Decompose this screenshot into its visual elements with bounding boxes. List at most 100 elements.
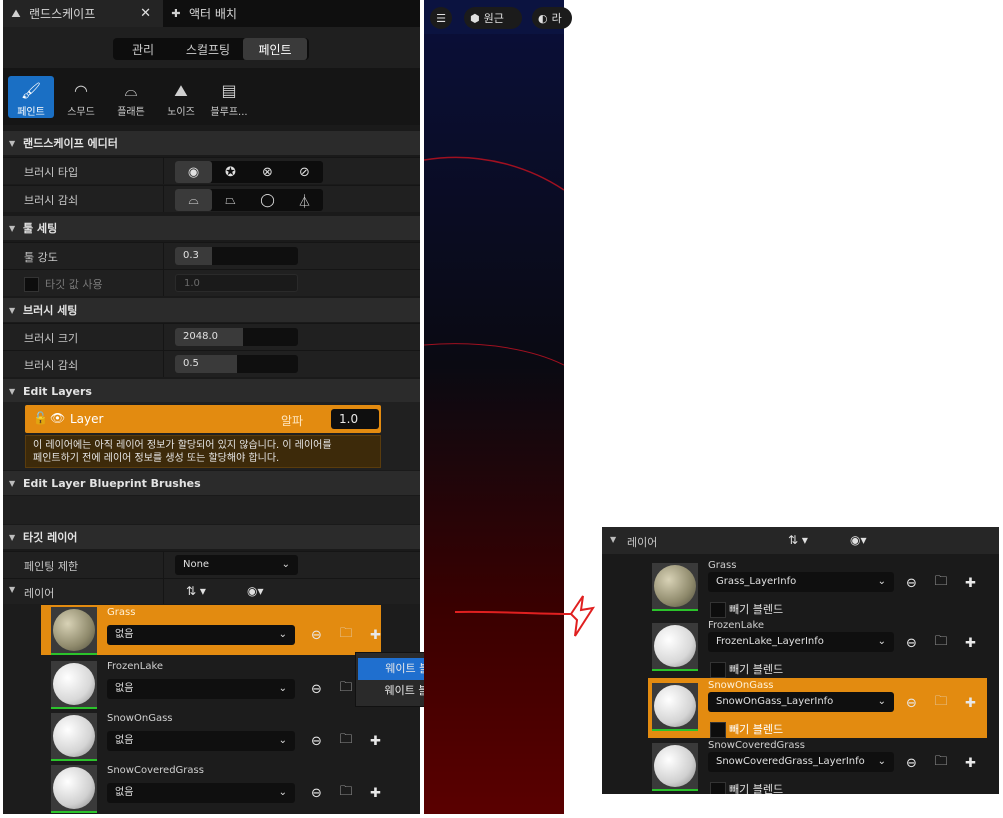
browse-asset-icon[interactable]: 🗀 bbox=[934, 572, 947, 594]
section-edit-layers[interactable]: ▼ Edit Layers bbox=[3, 379, 420, 403]
layer-actions: ⊖ 🗀 ✚ bbox=[311, 731, 381, 751]
paint-limit-dropdown[interactable]: None ⌄ bbox=[175, 555, 298, 575]
use-selected-asset-icon[interactable]: ⊖ bbox=[906, 576, 917, 591]
hamburger-icon[interactable]: ☰ bbox=[430, 7, 452, 29]
section-blueprint-brushes[interactable]: ▼ Edit Layer Blueprint Brushes bbox=[3, 471, 420, 495]
browse-asset-icon[interactable]: 🗀 bbox=[934, 692, 947, 714]
close-icon[interactable]: ✕ bbox=[140, 6, 151, 21]
layer-info-dropdown[interactable]: 없음 ⌄ bbox=[107, 625, 295, 645]
use-selected-asset-icon[interactable]: ⊖ bbox=[311, 628, 322, 643]
brush-circle-icon[interactable]: ◉ bbox=[175, 161, 212, 183]
eye-icon[interactable]: 👁 bbox=[50, 411, 65, 425]
section-landscape-editor[interactable]: ▼ 랜드스케이프 에디터 bbox=[3, 131, 420, 155]
browse-asset-icon[interactable]: 🗀 bbox=[339, 678, 352, 700]
target-value-checkbox[interactable] bbox=[24, 277, 39, 292]
brush-size-label: 브러시 크기 bbox=[24, 332, 79, 345]
falloff-smooth-icon[interactable]: ⌓ bbox=[175, 189, 212, 211]
visibility-icon[interactable]: ◉▾ bbox=[850, 533, 867, 547]
section-tool-settings[interactable]: ▼ 툴 세팅 bbox=[3, 216, 420, 240]
collapse-caret-icon[interactable]: ▼ bbox=[9, 585, 15, 594]
perspective-button[interactable]: ⬢ 원근 bbox=[464, 7, 522, 29]
layer-thumbnail bbox=[652, 563, 698, 611]
section-title: 툴 세팅 bbox=[23, 222, 58, 235]
add-layer-info-icon[interactable]: ✚ bbox=[965, 696, 976, 711]
use-selected-asset-icon[interactable]: ⊖ bbox=[906, 756, 917, 771]
sort-icon[interactable]: ⇅ ▾ bbox=[788, 533, 808, 547]
add-layer-info-icon[interactable]: ✚ bbox=[965, 756, 976, 771]
browse-asset-icon[interactable]: 🗀 bbox=[934, 752, 947, 774]
layer-item-snowongass[interactable]: SnowOnGass SnowOnGass_LayerInfo ⌄ ⊖ 🗀 ✚ … bbox=[648, 678, 987, 738]
tab-place-actor[interactable]: ✚ 액터 배치 bbox=[163, 0, 420, 27]
add-layer-info-icon[interactable]: ✚ bbox=[370, 628, 381, 643]
unlock-icon[interactable]: 🔓 bbox=[33, 411, 48, 425]
layer-item-snowcoveredgrass[interactable]: SnowCoveredGrass SnowCoveredGrass_LayerI… bbox=[648, 738, 987, 794]
add-layer-info-icon[interactable]: ✚ bbox=[965, 636, 976, 651]
paint-brush-icon: 🖌 bbox=[20, 81, 42, 100]
add-layer-info-icon[interactable]: ✚ bbox=[965, 576, 976, 591]
layer-item-frozenlake[interactable]: FrozenLake FrozenLake_LayerInfo ⌄ ⊖ 🗀 ✚ … bbox=[648, 618, 987, 678]
sort-icon[interactable]: ⇅ ▾ bbox=[186, 584, 206, 598]
falloff-tip-icon[interactable]: ⏃ bbox=[286, 189, 323, 211]
tool-strength-field[interactable]: 0.3 bbox=[175, 247, 298, 265]
section-brush-settings[interactable]: ▼ 브러시 세팅 bbox=[3, 298, 420, 322]
brush-falloff-field[interactable]: 0.5 bbox=[175, 355, 298, 373]
layer-info-dropdown[interactable]: FrozenLake_LayerInfo ⌄ bbox=[708, 632, 894, 652]
browse-asset-icon[interactable]: 🗀 bbox=[339, 782, 352, 804]
browse-asset-icon[interactable]: 🗀 bbox=[339, 730, 352, 752]
layer-info-dropdown[interactable]: Grass_LayerInfo ⌄ bbox=[708, 572, 894, 592]
layer-info-dropdown[interactable]: 없음 ⌄ bbox=[107, 679, 295, 699]
brush-component-icon[interactable]: ⊘ bbox=[286, 161, 323, 183]
layer-thumbnail bbox=[652, 743, 698, 791]
use-selected-asset-icon[interactable]: ⊖ bbox=[311, 786, 322, 801]
use-selected-asset-icon[interactable]: ⊖ bbox=[906, 696, 917, 711]
add-layer-info-icon[interactable]: ✚ bbox=[370, 786, 381, 801]
brush-size-field[interactable]: 2048.0 bbox=[175, 328, 298, 346]
tool-flatten-button[interactable]: ⌓ 플래튼 bbox=[108, 76, 154, 119]
layer-item-snowcoveredgrass[interactable]: SnowCoveredGrass 없음 ⌄ ⊖ 🗀 ✚ bbox=[41, 763, 381, 813]
layer-name: SnowCoveredGrass bbox=[107, 765, 204, 776]
section-target-layers[interactable]: ▼ 타깃 레이어 bbox=[3, 525, 420, 549]
layer-info-dropdown[interactable]: 없음 ⌄ bbox=[107, 783, 295, 803]
layer-actions: ⊖ 🗀 ✚ bbox=[906, 693, 976, 713]
tab-bar: ⛰ 랜드스케이프 ✕ ✚ 액터 배치 bbox=[3, 0, 420, 27]
use-selected-asset-icon[interactable]: ⊖ bbox=[311, 682, 322, 697]
layer-item-frozenlake[interactable]: FrozenLake 없음 ⌄ ⊖ 🗀 ✚ bbox=[41, 659, 381, 709]
alpha-field[interactable]: 1.0 bbox=[331, 409, 379, 429]
brush-alpha-icon[interactable]: ✪ bbox=[212, 161, 249, 183]
tool-paint-button[interactable]: 🖌 페인트 bbox=[8, 76, 54, 118]
subtract-blend-checkbox[interactable] bbox=[710, 782, 726, 794]
mode-manage-button[interactable]: 관리 bbox=[113, 38, 173, 60]
collapse-caret-icon[interactable]: ▼ bbox=[610, 535, 616, 544]
use-selected-asset-icon[interactable]: ⊖ bbox=[906, 636, 917, 651]
subtract-blend-checkbox[interactable] bbox=[710, 602, 726, 618]
layer-item-grass[interactable]: Grass 없음 ⌄ ⊖ 🗀 ✚ bbox=[41, 605, 381, 655]
layer-info-dropdown[interactable]: 없음 ⌄ bbox=[107, 731, 295, 751]
mode-paint-button[interactable]: 페인트 bbox=[243, 38, 307, 60]
section-title: Edit Layer Blueprint Brushes bbox=[23, 476, 201, 490]
use-selected-asset-icon[interactable]: ⊖ bbox=[311, 734, 322, 749]
browse-asset-icon[interactable]: 🗀 bbox=[934, 632, 947, 654]
grass-material-sphere bbox=[654, 565, 696, 607]
layer-item-grass[interactable]: Grass Grass_LayerInfo ⌄ ⊖ 🗀 ✚ 빼기 블렌드 bbox=[648, 558, 987, 618]
browse-asset-icon[interactable]: 🗀 bbox=[339, 624, 352, 646]
falloff-spherical-icon[interactable]: ◯ bbox=[249, 189, 286, 211]
tool-noise-button[interactable]: ⛰ 노이즈 bbox=[158, 76, 204, 119]
add-layer-info-icon[interactable]: ✚ bbox=[370, 734, 381, 749]
subtract-blend-checkbox[interactable] bbox=[710, 662, 726, 678]
falloff-linear-icon[interactable]: ⏢ bbox=[212, 189, 249, 211]
subtract-blend-checkbox[interactable] bbox=[710, 722, 726, 738]
edit-layer-row[interactable]: 🔓 👁 Layer 알파 1.0 bbox=[25, 405, 381, 433]
tool-smooth-button[interactable]: ◠ 스무드 bbox=[58, 76, 104, 119]
layer-item-snowongass[interactable]: SnowOnGass 없음 ⌄ ⊖ 🗀 ✚ bbox=[41, 711, 381, 761]
tool-blueprint-button[interactable]: ▤ 블루프... bbox=[206, 76, 252, 119]
snow-material-sphere bbox=[654, 685, 696, 727]
mode-sculpt-button[interactable]: 스컬프팅 bbox=[173, 38, 243, 60]
level-viewport[interactable] bbox=[424, 0, 564, 814]
layer-info-dropdown[interactable]: SnowCoveredGrass_LayerInfo ⌄ bbox=[708, 752, 894, 772]
lit-mode-button[interactable]: ◐ 라 bbox=[532, 7, 572, 29]
brush-pattern-icon[interactable]: ⊗ bbox=[249, 161, 286, 183]
cube-icon: ⬢ bbox=[470, 11, 480, 25]
tab-landscape[interactable]: ⛰ 랜드스케이프 ✕ bbox=[3, 0, 163, 27]
layer-info-dropdown[interactable]: SnowOnGass_LayerInfo ⌄ bbox=[708, 692, 894, 712]
visibility-icon[interactable]: ◉▾ bbox=[247, 584, 264, 598]
